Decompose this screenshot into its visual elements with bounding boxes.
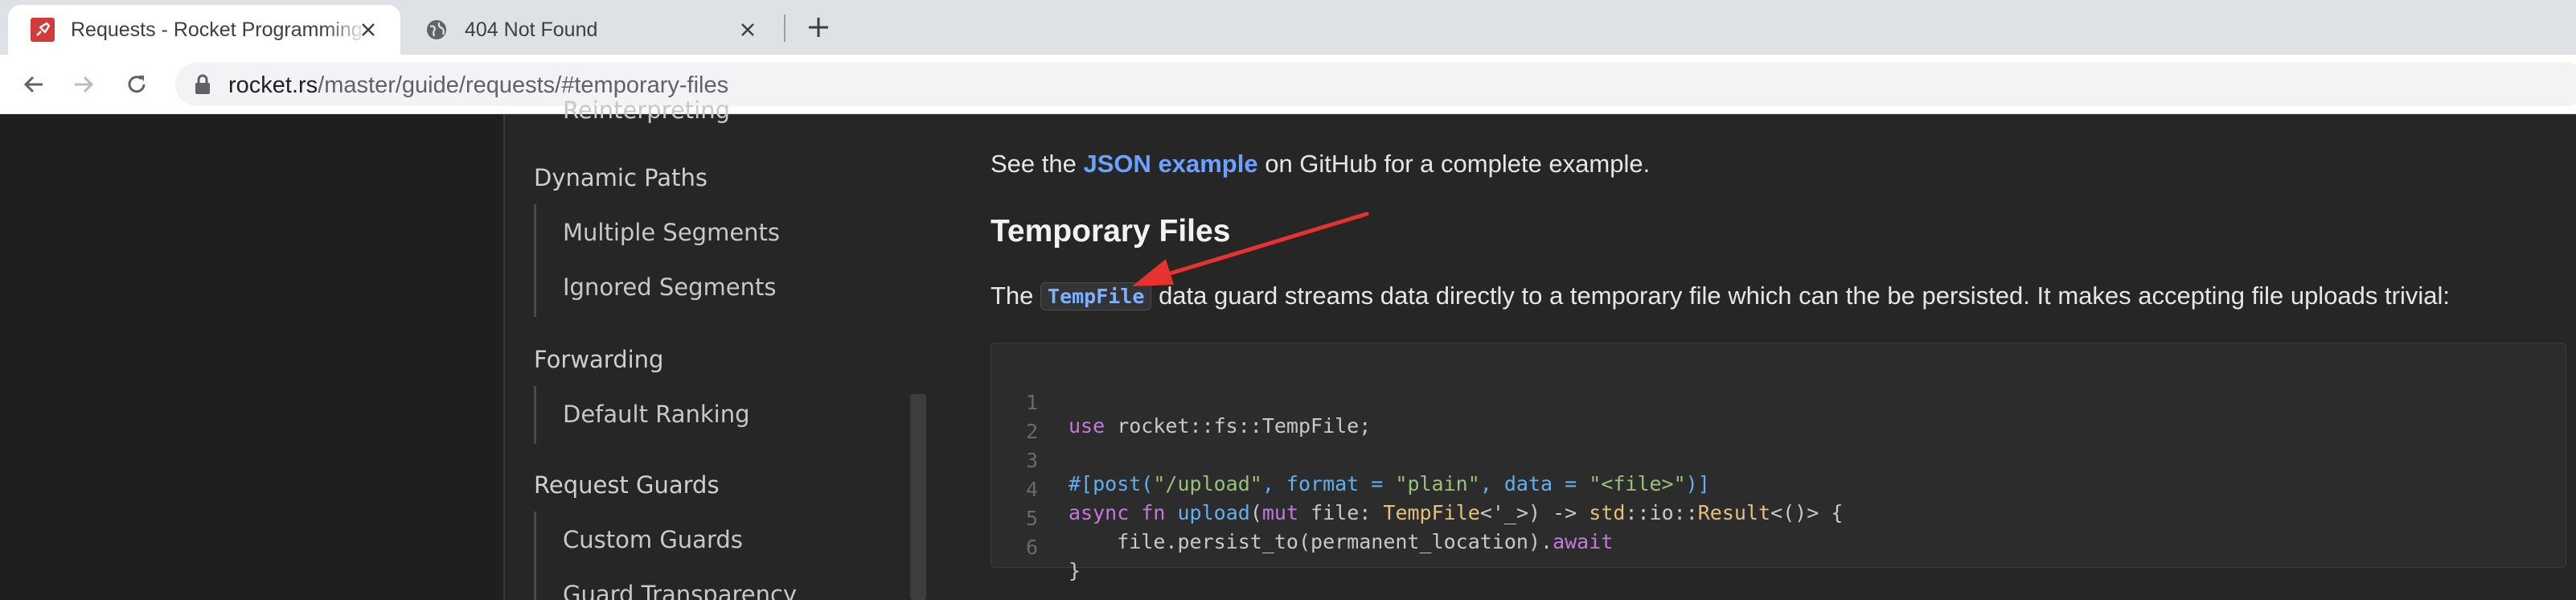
sidebar-scrollbar[interactable] [910,394,926,600]
arrow-left-icon [23,76,43,93]
code-line: 3 #[post("/upload", format = "plain", da… [991,425,1710,495]
code-line: 2 [991,397,1088,443]
close-icon[interactable] [357,18,379,41]
close-icon[interactable] [736,18,759,41]
sidebar-subsection-rail [534,204,536,317]
forward-button[interactable] [68,68,100,101]
code-line: 1 use rocket::fs::TempFile; [991,368,1371,438]
sidebar-item-ignored-segments[interactable]: Ignored Segments [563,273,776,301]
back-button[interactable] [18,68,50,101]
page-viewport: Reinterpreting Dynamic Paths Multiple Se… [0,97,2576,600]
tab-title: 404 Not Found [465,18,598,41]
url-host: rocket.rs [228,72,318,98]
sidebar-item-forwarding[interactable]: Forwarding [534,346,663,373]
json-example-link[interactable]: JSON example [1083,150,1257,178]
new-tab-button[interactable] [802,11,835,43]
plus-icon [809,18,828,37]
url-text[interactable]: rocket.rs/master/guide/requests/#tempora… [228,72,728,99]
sidebar-item-custom-guards[interactable]: Custom Guards [563,526,743,553]
reload-icon [128,76,146,93]
page-margin [0,114,503,600]
tab-404[interactable]: 404 Not Found [402,5,780,55]
lock-icon[interactable] [191,73,214,96]
code-line: 6 } [991,512,1088,582]
sidebar-item-default-ranking[interactable]: Default Ranking [563,401,749,428]
rocket-icon [31,18,55,42]
main-content: See the JSON example on GitHub for a com… [928,114,2576,600]
code-line: 4 async fn upload(mut file: TempFile<'_>… [991,454,1843,524]
sidebar-item-multiple-segments[interactable]: Multiple Segments [563,219,780,246]
sidebar-item-guard-transparency[interactable]: Guard Transparency [563,581,797,600]
reload-button[interactable] [121,68,153,101]
tab-title: Requests - Rocket Programming Guide [71,18,368,41]
sidebar-item-request-guards[interactable]: Request Guards [534,471,720,499]
tempfile-paragraph: The TempFile data guard streams data dir… [991,282,2450,310]
inline-code-tempfile[interactable]: TempFile [1040,282,1152,310]
sidebar-item-reinterpreting[interactable]: Reinterpreting [563,97,730,124]
section-heading: Temporary Files [991,214,1231,249]
sidebar-subsection-rail [534,512,536,600]
tab-strip: Requests - Rocket Programming Guide 404 … [0,0,2576,55]
intro-paragraph: See the JSON example on GitHub for a com… [991,150,1651,178]
browser-toolbar: rocket.rs/master/guide/requests/#tempora… [0,55,2576,114]
arrow-right-icon [75,76,94,93]
code-line: 5 file.persist_to(permanent_location).aw… [991,483,1613,553]
tab-requests[interactable]: Requests - Rocket Programming Guide [8,5,400,55]
sidebar-item-dynamic-paths[interactable]: Dynamic Paths [534,164,708,191]
address-bar[interactable]: rocket.rs/master/guide/requests/#tempora… [175,63,2576,106]
tab-separator [784,14,786,42]
line-number: 6 [1025,536,1038,559]
code-block[interactable]: 1 use rocket::fs::TempFile; 2 3 #[post("… [991,343,2566,582]
url-path: /master/guide/requests/#temporary-files [318,72,729,98]
sidebar-subsection-rail [534,386,536,444]
globe-icon [425,18,449,42]
